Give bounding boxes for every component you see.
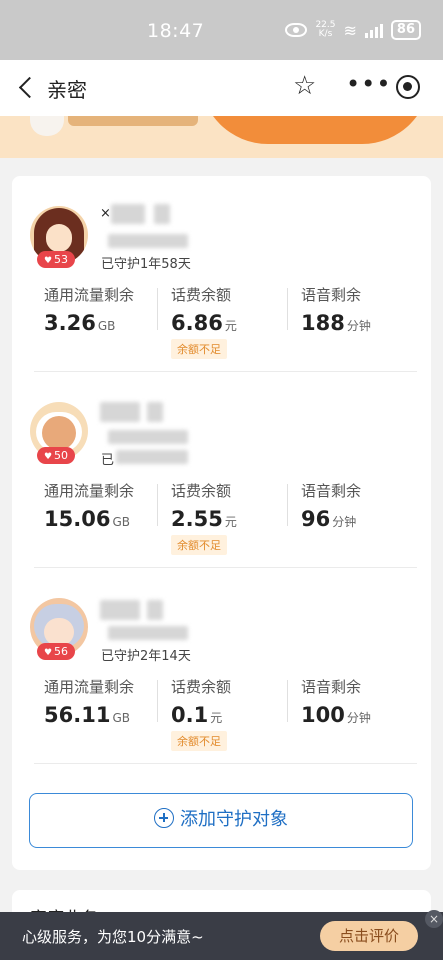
- stat-label: 通用流量剩余: [44, 678, 135, 696]
- member-stats: 通用流量剩余 15.06 GB 话费余额 2.55 元 余额不足 语音剩余 96 分钟: [12, 480, 431, 560]
- member-phone-blurred: [108, 626, 188, 640]
- close-icon[interactable]: ×: [425, 910, 443, 928]
- member-name-blurred: [154, 204, 170, 224]
- stat-value: 188: [301, 311, 345, 335]
- member-card-1[interactable]: ♥ 53 × 已守护1年58天 通用流量剩余 3.26 GB 话费余额 6.86 元 …: [12, 176, 431, 372]
- nav-bar: 亲密 ☆ •••: [0, 60, 443, 116]
- guard-duration: 已守护1年58天: [101, 257, 191, 272]
- divider: [34, 763, 417, 764]
- guard-duration: 已守护2年14天: [101, 649, 191, 664]
- add-guardian-label: 添加守护对象: [180, 809, 288, 830]
- stat-value: 56.11: [44, 703, 111, 727]
- stat-unit: GB: [97, 319, 116, 333]
- stat-label: 语音剩余: [301, 286, 362, 304]
- stat-data: 通用流量剩余 3.26 GB: [44, 284, 134, 335]
- top-banner: [0, 116, 443, 158]
- divider: [287, 484, 288, 526]
- status-bar: 18:47 22.5 K/s ≋ 86: [0, 0, 443, 60]
- stat-value: 2.55: [171, 507, 223, 531]
- stat-unit: 分钟: [346, 319, 371, 333]
- wifi-icon: ≋: [343, 20, 357, 40]
- badge-value: 50: [54, 449, 69, 462]
- stat-value: 100: [301, 703, 345, 727]
- member-phone-blurred: [108, 430, 188, 444]
- low-balance-badge: 余额不足: [171, 731, 227, 751]
- page-title: 亲密: [47, 78, 87, 102]
- guard-duration-blurred: [116, 450, 188, 464]
- rate-button[interactable]: 点击评价: [320, 921, 418, 951]
- stat-value: 96: [301, 507, 331, 531]
- member-name-blurred: [100, 402, 140, 422]
- badge-value: 56: [54, 645, 69, 658]
- signal-icon: [364, 22, 383, 38]
- target-icon[interactable]: [396, 75, 420, 99]
- plus-circle-icon: [154, 808, 174, 828]
- guard-duration: 已: [101, 453, 115, 468]
- net-speed-unit: K/s: [318, 29, 333, 39]
- member-stats: 通用流量剩余 3.26 GB 话费余额 6.86 元 余额不足 语音剩余 188 分钟: [12, 284, 431, 364]
- stat-balance: 话费余额 6.86 元 余额不足: [171, 284, 237, 359]
- battery-icon: 86: [390, 20, 421, 40]
- stat-unit: 分钟: [332, 515, 357, 529]
- member-card-3[interactable]: ♥ 56 已守护2年14天 通用流量剩余 56.11 GB 话费余额 0.1 元 余额…: [12, 568, 431, 764]
- divider: [287, 680, 288, 722]
- stat-value: 3.26: [44, 311, 96, 335]
- stat-voice: 语音剩余 188 分钟: [301, 284, 371, 335]
- stat-data: 通用流量剩余 15.06 GB: [44, 480, 134, 531]
- member-name-blurred: [111, 204, 145, 224]
- badge-value: 53: [54, 253, 69, 266]
- heart-icon: ♥: [43, 648, 53, 658]
- stat-label: 话费余额: [171, 678, 232, 696]
- stat-data: 通用流量剩余 56.11 GB: [44, 676, 134, 727]
- stat-unit: 元: [224, 515, 237, 529]
- stat-label: 话费余额: [171, 286, 232, 304]
- members-card: ♥ 53 × 已守护1年58天 通用流量剩余 3.26 GB 话费余额 6.86 元 …: [12, 176, 431, 870]
- star-icon[interactable]: ☆: [293, 72, 316, 100]
- low-balance-badge: 余额不足: [171, 535, 227, 555]
- member-stats: 通用流量剩余 56.11 GB 话费余额 0.1 元 余额不足 语音剩余 100 分钟: [12, 676, 431, 756]
- eye-icon: [285, 23, 308, 37]
- status-time: 18:47: [147, 20, 205, 42]
- intimacy-badge: ♥ 50: [37, 447, 75, 464]
- heart-icon: ♥: [43, 256, 53, 266]
- stat-label: 话费余额: [171, 482, 232, 500]
- stat-label: 语音剩余: [301, 482, 362, 500]
- stat-unit: GB: [112, 515, 130, 529]
- stat-label: 通用流量剩余: [44, 482, 135, 500]
- stat-label: 通用流量剩余: [44, 286, 135, 304]
- feedback-toast: 心级服务，为您10分满意~ 点击评价 ×: [0, 910, 443, 960]
- stat-unit: GB: [112, 711, 130, 725]
- stat-voice: 语音剩余 100 分钟: [301, 676, 371, 727]
- add-guardian-button[interactable]: 添加守护对象: [29, 793, 413, 848]
- stat-label: 语音剩余: [301, 678, 362, 696]
- toast-message: 心级服务，为您10分满意~: [22, 928, 204, 946]
- divider: [157, 680, 158, 722]
- member-name-blurred: [147, 600, 163, 620]
- stat-unit: 元: [224, 319, 237, 333]
- member-name-prefix: ×: [100, 206, 111, 221]
- divider: [287, 288, 288, 330]
- stat-balance: 话费余额 2.55 元 余额不足: [171, 480, 237, 555]
- stat-value: 15.06: [44, 507, 111, 531]
- member-name-blurred: [147, 402, 163, 422]
- more-icon[interactable]: •••: [346, 70, 391, 98]
- intimacy-badge: ♥ 56: [37, 643, 75, 660]
- member-phone-blurred: [108, 234, 188, 248]
- net-speed: 22.5 K/s: [315, 21, 335, 39]
- stat-voice: 语音剩余 96 分钟: [301, 480, 361, 531]
- divider: [157, 288, 158, 330]
- stat-value: 6.86: [171, 311, 223, 335]
- member-name-blurred: [100, 600, 140, 620]
- stat-balance: 话费余额 0.1 元 余额不足: [171, 676, 231, 751]
- stat-value: 0.1: [171, 703, 209, 727]
- stat-unit: 元: [210, 711, 223, 725]
- low-balance-badge: 余额不足: [171, 339, 227, 359]
- back-icon[interactable]: [16, 74, 40, 102]
- member-card-2[interactable]: ♥ 50 已 通用流量剩余 15.06 GB 话费余额 2.55 元 余额不足 语音剩…: [12, 372, 431, 568]
- intimacy-badge: ♥ 53: [37, 251, 75, 268]
- status-icons: 22.5 K/s ≋ 86: [285, 20, 421, 40]
- stat-unit: 分钟: [346, 711, 371, 725]
- divider: [157, 484, 158, 526]
- heart-icon: ♥: [43, 452, 53, 462]
